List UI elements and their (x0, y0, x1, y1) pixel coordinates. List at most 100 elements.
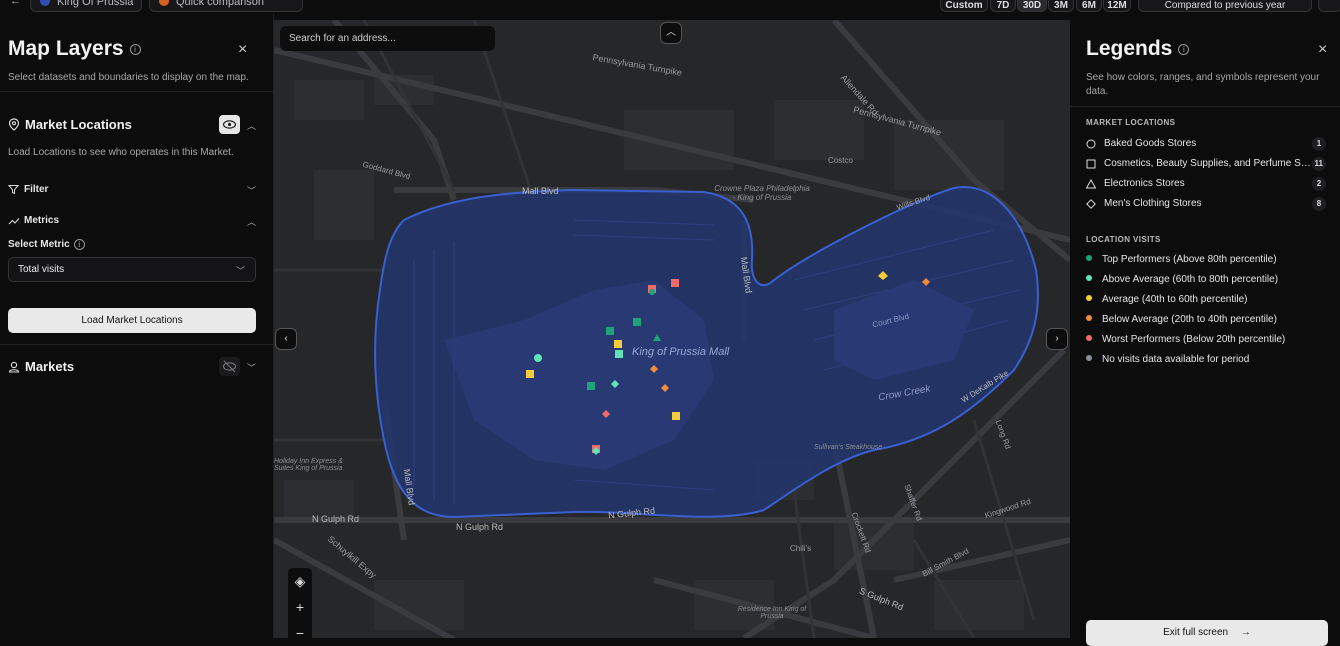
color-dot (1086, 355, 1092, 361)
comparison-selector[interactable]: Quick comparison (149, 0, 303, 12)
period-7d[interactable]: 7D (990, 0, 1016, 12)
visits-legend-row: Worst Performers (Below 20th percentile) (1086, 334, 1285, 350)
legends-subtitle: See how colors, ranges, and symbols repr… (1086, 72, 1320, 97)
map-label: Residence Inn King of Prussia (737, 606, 807, 620)
divider (1070, 106, 1340, 107)
color-dot (1086, 335, 1092, 341)
legend-category-count: 2 (1312, 177, 1326, 191)
export-icon[interactable] (1318, 0, 1340, 12)
visits-legend-row: Below Average (20th to 40th percentile) (1086, 314, 1277, 330)
market-locations-heading: Market Locations (25, 117, 132, 132)
trend-icon (8, 218, 20, 225)
visibility-toggle-button[interactable] (219, 115, 240, 134)
collapse-left-button[interactable]: ‹ (275, 328, 297, 350)
legend-category-label: Electronics Stores (1104, 178, 1185, 189)
circle-icon (1086, 139, 1096, 149)
chevron-down-icon: ﹀ (235, 266, 245, 276)
map-label: Mall Blvd (522, 186, 559, 196)
period-12m[interactable]: 12M (1103, 0, 1131, 12)
legends-panel: Legends i × See how colors, ranges, and s… (1070, 20, 1340, 646)
eye-icon (222, 120, 237, 129)
select-metric-label: Select Metric i (8, 239, 85, 250)
panel-subtitle: Select datasets and boundaries to displa… (8, 72, 249, 83)
legend-category-row: Cosmetics, Beauty Supplies, and Perfume … (1086, 157, 1326, 173)
visits-legend-label: Below Average (20th to 40th percentile) (1102, 314, 1277, 325)
legend-category-label: Baked Goods Stores (1104, 138, 1197, 149)
visibility-toggle-button[interactable] (219, 357, 240, 376)
metric-select[interactable]: Total visits ﹀ (8, 257, 256, 282)
color-dot (1086, 255, 1092, 261)
info-icon[interactable]: i (73, 239, 85, 250)
market-name: King Of Prussia (57, 0, 134, 8)
exit-icon: → (1240, 627, 1251, 638)
visits-legend-label: Above Average (60th to 80th percentile) (1102, 274, 1279, 285)
zoom-out-button[interactable]: − (288, 620, 312, 638)
legend-category-row: Electronics Stores 2 (1086, 177, 1326, 193)
chevron-down-icon[interactable]: ﹀ (247, 361, 256, 374)
legend-category-count: 8 (1312, 197, 1326, 211)
legends-title: Legends (1086, 37, 1173, 60)
layers-icon[interactable]: ◈ (288, 568, 312, 594)
visits-legend-label: No visits data available for period (1102, 354, 1250, 365)
location-visits-section-title: LOCATION VISITS (1086, 235, 1161, 244)
info-icon[interactable]: i (129, 43, 141, 55)
close-icon[interactable]: × (238, 41, 247, 59)
legend-category-row: Men's Clothing Stores 8 (1086, 197, 1326, 213)
market-selector[interactable]: King Of Prussia (30, 0, 142, 12)
map-layers-panel: Map Layers i × Select datasets and bounda… (0, 14, 274, 638)
visits-legend-row: No visits data available for period (1086, 354, 1249, 370)
map-label: King of Prussia Mall (632, 346, 730, 358)
collapse-right-button[interactable]: › (1046, 328, 1068, 350)
comparison-color-dot (159, 0, 169, 6)
market-locations-section-title: MARKET LOCATIONS (1086, 118, 1176, 127)
legends-title-row: Legends i (1086, 37, 1190, 61)
close-icon[interactable]: × (1318, 41, 1327, 59)
period-30d[interactable]: 30D (1017, 0, 1047, 12)
period-6m[interactable]: 6M (1076, 0, 1102, 12)
metrics-label[interactable]: Metrics (24, 215, 59, 226)
filter-label[interactable]: Filter (24, 184, 48, 195)
period-3m[interactable]: 3M (1048, 0, 1074, 12)
user-icon (8, 361, 20, 373)
map-label: N Gulph Rd (312, 514, 360, 524)
chevron-left-icon: ‹ (284, 333, 288, 344)
divider (0, 344, 273, 345)
panel-title: Map Layers i (8, 37, 141, 61)
market-locations-description: Load Locations to see who operates in th… (8, 147, 234, 158)
chevron-up-icon[interactable]: ︿ (247, 215, 256, 228)
exit-full-screen-button[interactable]: Exit full screen → (1086, 620, 1328, 646)
address-search-input[interactable] (280, 26, 495, 51)
map-label: N Gulph Rd (456, 522, 504, 532)
chevron-down-icon[interactable]: ﹀ (247, 184, 256, 197)
color-dot (1086, 315, 1092, 321)
chevron-right-icon: › (1055, 333, 1059, 344)
chevron-up-icon: ︿ (666, 27, 676, 38)
map-controls: ◈ + − (288, 568, 312, 638)
visits-legend-label: Worst Performers (Below 20th percentile) (1102, 334, 1286, 345)
location-pin-icon (8, 118, 20, 131)
back-icon[interactable]: ← (0, 0, 31, 12)
markets-heading: Markets (25, 359, 75, 374)
period-custom[interactable]: Custom (940, 0, 988, 12)
load-market-locations-button[interactable]: Load Market Locations (8, 308, 256, 333)
compare-select[interactable]: Compared to previous year (1138, 0, 1312, 12)
zoom-in-button[interactable]: + (288, 594, 312, 620)
diamond-icon (1086, 199, 1096, 209)
map-layers-title: Map Layers (8, 37, 124, 60)
legend-category-count: 1 (1312, 137, 1326, 151)
market-color-dot (40, 0, 50, 6)
info-icon[interactable]: i (1178, 43, 1190, 55)
legend-category-label: Men's Clothing Stores (1104, 198, 1202, 209)
metric-select-value: Total visits (18, 264, 65, 275)
map-label: Costco (828, 156, 853, 165)
divider (0, 91, 273, 92)
select-metric-text: Select Metric (8, 239, 70, 251)
collapse-top-button[interactable]: ︿ (660, 22, 682, 44)
map-canvas[interactable]: Pennsylvania Turnpike Pennsylvania Turnp… (274, 20, 1070, 638)
chevron-up-icon[interactable]: ︿ (247, 119, 256, 132)
map-label: Crowne Plaza Philadelphia - King of Prus… (714, 184, 810, 202)
map-label: Chili's (790, 544, 812, 553)
visits-legend-label: Average (40th to 60th percentile) (1102, 294, 1248, 305)
triangle-icon (1086, 179, 1096, 189)
exit-full-screen-label: Exit full screen (1163, 627, 1229, 638)
